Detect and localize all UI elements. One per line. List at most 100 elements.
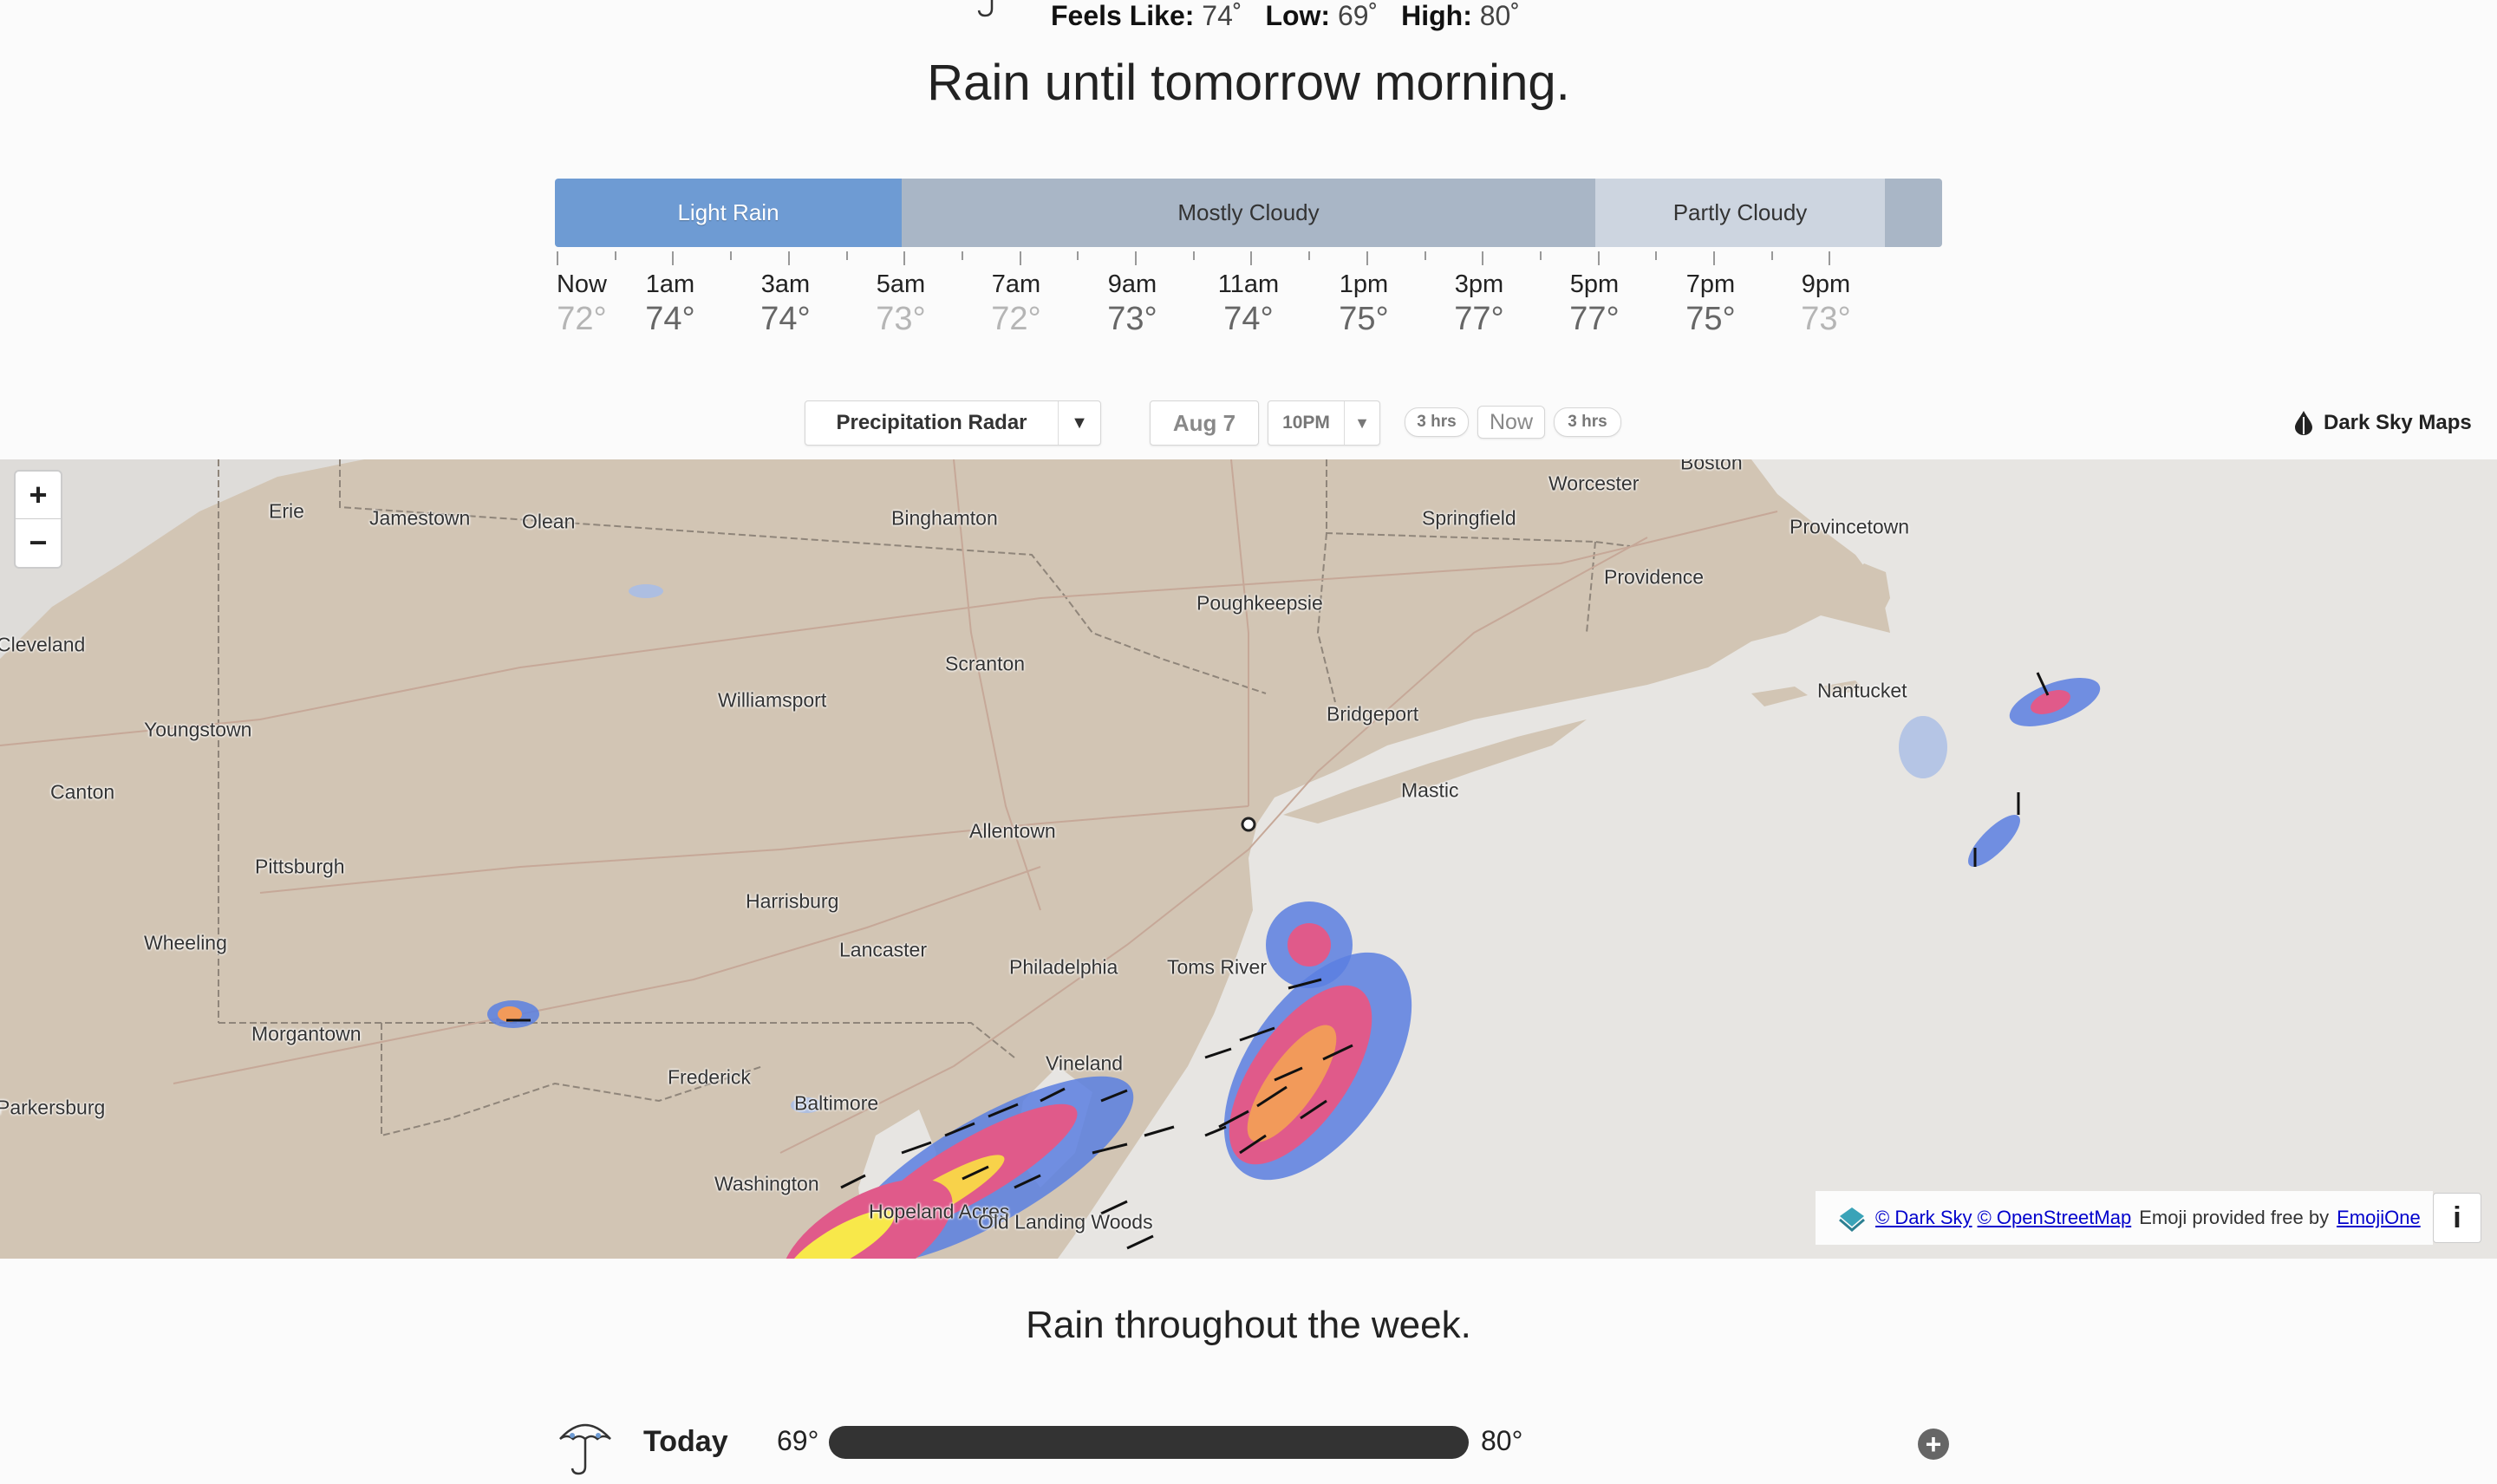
hour-temp: 72° [991,301,1041,337]
forecast-summary: Rain until tomorrow morning. [927,55,1570,111]
hour-temp: 73° [876,301,926,337]
dark-sky-logo-icon [2295,411,2312,435]
day-high-temp: 80° [1481,1425,1523,1456]
segment-label: Partly Cloudy [1672,199,1808,225]
dark-sky-attribution-link[interactable]: © Dark Sky [1875,1207,1972,1229]
dark-sky-maps-label: Dark Sky Maps [2324,411,2472,434]
city-label: Baltimore [794,1091,879,1115]
timeline-tick [1424,251,1426,260]
hour-column: 5pm 77° [1542,270,1646,338]
hour-time: 7pm [1685,270,1736,298]
timeline-tick [614,251,616,260]
timeline-tick [1192,251,1195,260]
city-label: Morgantown [251,1022,362,1045]
radar-map[interactable]: Boston Worcester Springfield Provincetown Pr… [0,459,2497,1259]
segment-mostly-cloudy[interactable]: Mostly Cloudy [902,179,1595,247]
step-back-button[interactable]: 3 hrs [1405,407,1469,437]
city-label: Lancaster [839,938,928,961]
city-label: Erie [269,499,304,523]
segment-light-rain[interactable]: Light Rain [555,179,902,247]
city-label: Providence [1604,565,1705,589]
emoji-credit-text: Emoji provided free by [2139,1207,2330,1228]
hour-temp: 74° [645,301,695,337]
segment-label: Mostly Cloudy [1177,199,1320,225]
city-label: Wheeling [144,931,227,954]
timeline-tick [1308,251,1311,260]
dropdown-arrow-icon[interactable]: ▼ [1058,401,1100,445]
city-label: Springfield [1422,506,1516,530]
segment-mostly-cloudy-end[interactable] [1885,179,1942,247]
city-label: Youngstown [144,718,252,741]
city-label: Canton [50,780,115,804]
day-low-temp: 69° [777,1425,819,1456]
map-canvas[interactable] [0,459,2497,1259]
city-label: Poughkeepsie [1196,591,1323,615]
city-label: Parkersburg [0,1096,106,1119]
hour-column: 7pm 75° [1659,270,1763,338]
timeline-tick [1829,251,1831,265]
city-label: Scranton [945,652,1026,675]
dropdown-arrow-icon[interactable]: ▼ [1344,401,1379,445]
week-summary: Rain throughout the week. [1026,1304,1471,1346]
emojione-link[interactable]: EmojiOne [2337,1207,2421,1229]
dark-sky-maps-link[interactable]: Dark Sky Maps [2292,404,2472,442]
hour-column: 5am 73° [849,270,953,338]
high-label: High: [1401,0,1472,31]
now-button[interactable]: Now [1477,406,1545,439]
map-attribution: © Dark Sky © OpenStreetMap Emoji provide… [1816,1191,2433,1245]
day-label: Today [643,1425,728,1458]
expand-day-button[interactable]: + [1918,1429,1949,1460]
timeline-tick [1770,251,1773,260]
timeline-tick [903,251,906,265]
city-label: Boston [1680,459,1743,474]
low-value: 69˚ [1337,0,1379,31]
timeline-tick [730,251,733,260]
time-select[interactable]: 10PM ▼ [1268,400,1380,446]
city-label: Binghamton [891,506,998,530]
time-label: 10PM [1282,413,1330,433]
hour-temp: 77° [1454,301,1504,337]
hour-column: 3pm 77° [1427,270,1531,338]
hour-column: 11am 74° [1196,270,1301,338]
osm-attribution-link[interactable]: © OpenStreetMap [1978,1207,2132,1229]
timeline-tick [1019,251,1021,265]
map-layer-select[interactable]: Precipitation Radar ▼ [805,400,1101,446]
zoom-out-button[interactable]: − [16,518,61,566]
zoom-control: + − [14,470,62,569]
hour-temp: 73° [1801,301,1851,337]
timeline-tick [1250,251,1253,265]
feels-like-value: 74˚ [1202,0,1242,31]
hour-temp: 75° [1685,301,1736,337]
hour-column: 1am 74° [618,270,722,338]
hour-temp: 74° [1223,301,1274,337]
umbrella-icon [559,1423,611,1475]
segment-partly-cloudy[interactable]: Partly Cloudy [1595,179,1885,247]
city-label: Mastic [1401,778,1459,802]
hour-time: 7am [991,270,1041,298]
hour-temp: 73° [1107,301,1157,337]
info-button[interactable]: i [2433,1193,2481,1243]
timeline-tick [1077,251,1079,260]
hour-time: 3pm [1454,270,1504,298]
date-button[interactable]: Aug 7 [1150,400,1259,446]
zoom-in-button[interactable]: + [16,472,61,518]
segment-label: Light Rain [677,199,779,225]
city-label: Provincetown [1790,515,1910,538]
hour-column: 7am 72° [964,270,1068,338]
hour-time: 9pm [1801,270,1851,298]
condition-timeline[interactable]: Light Rain Mostly Cloudy Partly Cloudy [555,179,1942,247]
city-label: Toms River [1167,955,1268,979]
high-value: 80˚ [1479,0,1520,31]
hour-time: 9am [1107,270,1157,298]
city-label: Old Landing Woods [978,1210,1153,1233]
step-forward-button[interactable]: 3 hrs [1554,407,1621,437]
layers-icon [1839,1207,1865,1232]
hour-time: 5am [876,270,926,298]
temperature-range-bar[interactable] [829,1426,1469,1459]
timeline-tick [1655,251,1658,260]
umbrella-icon [977,0,994,17]
low-label: Low: [1265,0,1331,31]
city-label: Olean [522,510,576,533]
hour-time: 1pm [1339,270,1389,298]
city-label: Philadelphia [1009,955,1118,979]
